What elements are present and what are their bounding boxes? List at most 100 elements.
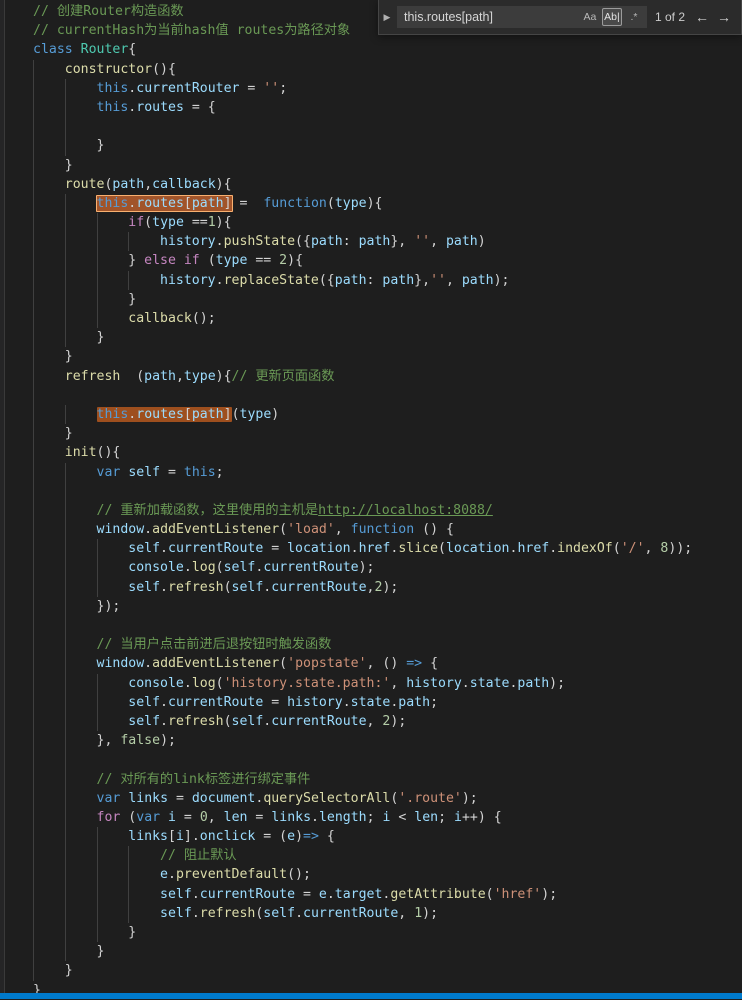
code-line-text: } <box>33 963 73 978</box>
code-token: . <box>144 656 153 672</box>
code-line: refresh (path,type){// 更新页面函数 <box>33 366 742 386</box>
code-line: self.refresh(self.currentRoute, 1); <box>33 903 742 923</box>
code-line-text: self.refresh(self.currentRoute, 2); <box>33 714 406 729</box>
whole-word-toggle[interactable]: Ab| <box>601 8 622 26</box>
code-token: type <box>152 215 184 231</box>
code-line-text: this.currentRouter = ''; <box>33 80 288 96</box>
indent-guide <box>33 385 34 405</box>
code-token: target <box>334 886 383 902</box>
code-line-text: if(type ==1){ <box>33 215 231 231</box>
indent-guide <box>33 481 34 501</box>
code-token: . <box>183 675 192 691</box>
code-line-text: window.addEventListener('popstate', () =… <box>33 656 438 671</box>
code-token: { <box>422 656 439 672</box>
code-token: (); <box>191 311 216 326</box>
indent-guide <box>33 558 34 578</box>
code-line: } <box>33 942 742 962</box>
indent-guide <box>64 846 66 866</box>
indent-guide <box>64 404 66 425</box>
indent-guide <box>33 251 34 271</box>
code-token: ); <box>382 579 399 595</box>
code-line-text: constructor(){ <box>33 62 176 77</box>
indent-guide <box>64 117 66 137</box>
code-token: ; <box>366 809 383 825</box>
code-token: addEventListener <box>152 656 280 672</box>
code-line <box>33 481 742 501</box>
code-line-text: var links = document.querySelectorAll('.… <box>33 791 478 806</box>
code-line-text: e.preventDefault(); <box>33 867 311 882</box>
code-token: ({ <box>295 234 311 250</box>
code-token: // 对所有的link标签进行绑定事件 <box>96 771 311 787</box>
indent-guide <box>33 117 34 137</box>
code-line: // 阻止默认 <box>33 846 742 866</box>
indent-guide <box>33 347 34 367</box>
indent-guide <box>33 404 34 425</box>
code-token: len <box>223 809 248 825</box>
code-token: replaceState <box>223 272 319 288</box>
code-token: history <box>406 675 462 691</box>
indent-guide <box>64 193 66 214</box>
code-line: } <box>33 328 742 348</box>
code-token: path <box>398 694 431 710</box>
code-token: }, <box>414 272 431 288</box>
code-token: , <box>398 905 415 921</box>
code-token: . <box>350 541 359 557</box>
code-token: = <box>175 809 200 825</box>
code-token: , <box>445 272 462 288</box>
code-token: . <box>215 234 224 250</box>
code-token: document <box>191 790 256 806</box>
code-line-text: self.currentRoute = e.target.getAttribut… <box>33 887 557 902</box>
code-token: history <box>160 234 216 250</box>
code-token: = <box>247 809 272 825</box>
code-line: this.routes[path](type) <box>33 404 742 425</box>
code-content[interactable]: // 创建Router构造函数 // currentHash为当前hash值 ro… <box>33 2 742 999</box>
code-token: indexOf <box>557 541 613 557</box>
code-token: var <box>136 809 161 825</box>
code-token: ] <box>223 406 232 422</box>
code-token: . <box>191 905 200 921</box>
code-token: slice <box>398 541 439 557</box>
code-line: self.currentRoute = history.state.path; <box>33 692 742 712</box>
indent-guide <box>96 558 98 578</box>
code-token: addEventListener <box>152 522 280 538</box>
code-token: querySelectorAll <box>263 790 391 806</box>
code-token: } <box>128 291 137 307</box>
indent-guide <box>64 309 66 329</box>
code-line: this.currentRouter = ''; <box>33 78 742 98</box>
code-token: . <box>183 560 192 576</box>
code-token: . <box>311 809 319 825</box>
code-token: = <box>263 541 288 557</box>
indent-guide <box>96 923 98 943</box>
code-token: ); <box>549 675 566 691</box>
code-token: . <box>215 272 224 288</box>
code-token: ){ <box>215 368 232 384</box>
code-token: { <box>318 829 335 845</box>
match-case-toggle[interactable]: Aa <box>580 8 600 26</box>
code-editor: // 创建Router构造函数 // currentHash为当前hash值 ro… <box>0 0 742 999</box>
find-input[interactable] <box>398 7 580 27</box>
code-token: (); <box>287 867 311 883</box>
code-token: refresh <box>64 368 121 384</box>
code-token: this <box>96 80 129 96</box>
code-line: var links = document.querySelectorAll('.… <box>33 788 742 808</box>
code-line: history.replaceState({path: path},'', pa… <box>33 270 742 290</box>
indent-guide <box>96 577 98 597</box>
code-token: : <box>342 234 359 250</box>
code-token: currentRouter <box>136 80 240 96</box>
chevron-right-icon[interactable]: ▶ <box>379 0 395 34</box>
find-next-icon[interactable]: → <box>713 7 735 27</box>
code-token: => <box>406 656 423 672</box>
code-token: ( <box>279 522 288 538</box>
code-token: console <box>128 675 184 691</box>
code-line: e.preventDefault(); <box>33 865 742 885</box>
indent-guide <box>96 673 98 693</box>
code-line-text: this.routes = { <box>33 100 216 115</box>
indent-guide <box>33 78 34 98</box>
code-token: e <box>160 867 168 883</box>
indent-guide <box>33 923 34 943</box>
find-previous-icon[interactable]: ← <box>691 7 713 27</box>
code-token: self <box>128 579 161 595</box>
use-regex-toggle[interactable]: .* <box>624 8 644 26</box>
code-token: this <box>96 195 129 211</box>
indent-guide <box>64 673 66 693</box>
